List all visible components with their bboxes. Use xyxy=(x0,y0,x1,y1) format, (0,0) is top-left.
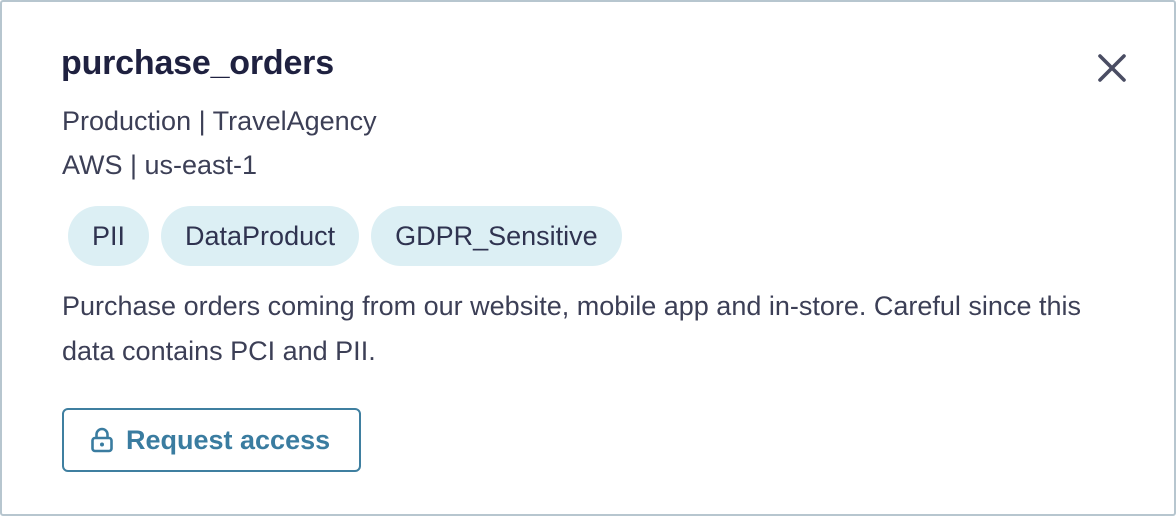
dataset-description: Purchase orders coming from our website,… xyxy=(62,291,1081,366)
dataset-title: purchase_orders xyxy=(61,44,334,82)
request-access-button[interactable]: Request access xyxy=(62,408,361,472)
tag-gdpr-sensitive[interactable]: GDPR_Sensitive xyxy=(371,206,622,266)
location-line: AWS | us-east-1 xyxy=(62,150,258,180)
request-access-label: Request access xyxy=(126,424,331,455)
tag-pii[interactable]: PII xyxy=(68,206,150,266)
tag-dataproduct[interactable]: DataProduct xyxy=(161,206,360,266)
close-button[interactable] xyxy=(1092,50,1132,90)
lock-icon xyxy=(90,427,114,453)
dataset-detail-card: purchase_orders Production | TravelAgenc… xyxy=(0,0,1176,516)
close-icon xyxy=(1097,53,1127,88)
tag-list: PII DataProduct GDPR_Sensitive xyxy=(68,206,622,266)
environment-line: Production | TravelAgency xyxy=(62,106,377,136)
